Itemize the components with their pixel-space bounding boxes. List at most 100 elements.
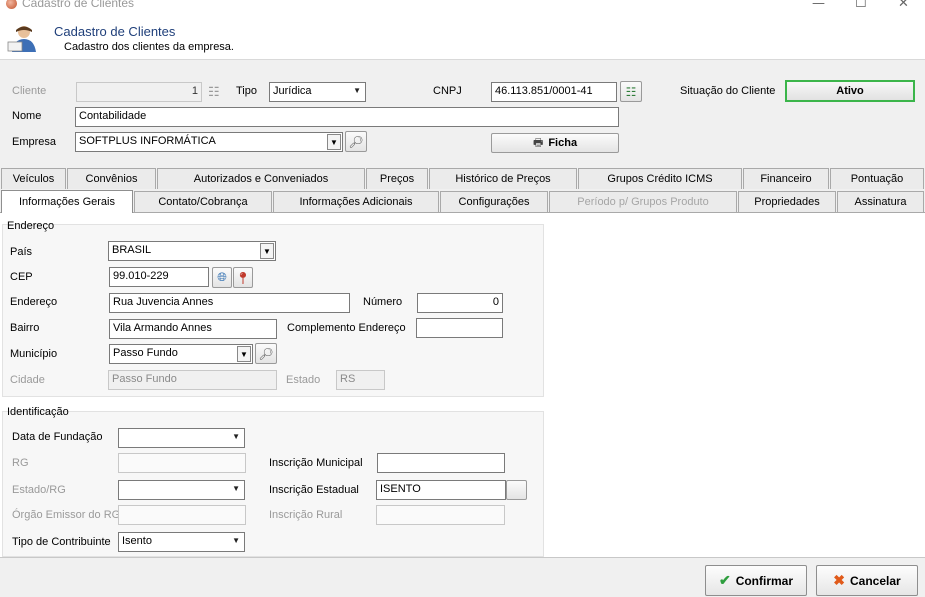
cnpj-lookup-icon: ☷ [625, 84, 637, 99]
complemento-field[interactable] [416, 318, 503, 338]
municipio-label: Município [10, 348, 58, 360]
tab-pontuacao[interactable]: Pontuação [830, 168, 924, 189]
insc-municipal-field[interactable] [377, 453, 505, 473]
check-icon: ✔ [718, 572, 731, 588]
pais-value: BRASIL [112, 244, 152, 256]
cep-map-button[interactable]: 📍︎ [233, 267, 253, 288]
tab-veiculos[interactable]: Veículos [1, 168, 66, 189]
insc-estadual-button[interactable] [506, 480, 527, 500]
tab-periodo-grupos-produto: Período p/ Grupos Produto [549, 191, 737, 212]
search-icon: 🔎︎ [348, 134, 364, 149]
app-icon [6, 0, 17, 9]
cnpj-field[interactable]: 46.113.851/0001-41 [491, 82, 617, 102]
cancel-label: Cancelar [850, 573, 901, 588]
ficha-button[interactable]: 🖶︎ Ficha [491, 133, 619, 153]
insc-municipal-label: Inscrição Municipal [269, 457, 363, 469]
numero-label: Número [363, 296, 403, 308]
tipo-select[interactable]: Jurídica ▼ [269, 82, 366, 102]
cep-field[interactable]: 99.010-229 [109, 267, 209, 287]
cliente-code-field: 1 [76, 82, 202, 102]
bairro-field[interactable]: Vila Armando Annes [109, 319, 277, 339]
tipo-contribuinte-select[interactable]: Isento ▼ [118, 532, 245, 552]
cidade-label: Cidade [10, 374, 45, 386]
endereco-group-title: Endereço [7, 220, 55, 232]
tab-content-informacoes-gerais: Endereço País BRASIL ▼ CEP 99.010-229 🌐︎… [0, 212, 925, 557]
municipio-value: Passo Fundo [113, 347, 178, 359]
municipio-select[interactable]: Passo Fundo ▼ [109, 344, 253, 364]
chevron-down-icon[interactable]: ▼ [260, 243, 274, 259]
endereco-field[interactable]: Rua Juvencia Annes [109, 293, 350, 313]
pais-label: País [10, 246, 33, 258]
data-fundacao-label: Data de Fundação [12, 431, 103, 443]
tab-informacoes-gerais[interactable]: Informações Gerais [1, 190, 133, 213]
pais-select[interactable]: BRASIL ▼ [108, 241, 276, 261]
search-icon: 🔎︎ [258, 346, 274, 361]
window-title-bar: Cadastro de Clientes — ☐ ✕ [0, 0, 925, 12]
orgao-emissor-label: Órgão Emissor do RG [12, 509, 121, 521]
cnpj-lookup-button[interactable]: ☷ [620, 81, 642, 102]
empresa-select[interactable]: SOFTPLUS INFORMÁTICA ▼ [75, 132, 343, 152]
header-title: Cadastro de Clientes [54, 24, 176, 39]
chevron-down-icon[interactable]: ▼ [232, 432, 240, 441]
maximize-button[interactable]: ☐ [855, 0, 867, 11]
cancel-x-icon: ✖ [833, 572, 846, 588]
close-button[interactable]: ✕ [898, 0, 909, 11]
form-header: Cadastro de Clientes Cadastro dos client… [0, 12, 925, 60]
confirm-label: Confirmar [735, 573, 794, 588]
chevron-down-icon[interactable]: ▼ [232, 484, 240, 493]
tipo-contribuinte-value: Isento [122, 535, 152, 547]
cep-label: CEP [10, 271, 33, 283]
tipo-contribuinte-label: Tipo de Contribuinte [12, 536, 111, 548]
cidade-field: Passo Fundo [108, 370, 277, 390]
insc-rural-field [376, 505, 505, 525]
chevron-down-icon[interactable]: ▼ [327, 134, 341, 150]
tab-convenios[interactable]: Convênios [67, 168, 156, 189]
estado-field: RS [336, 370, 385, 390]
tab-financeiro[interactable]: Financeiro [743, 168, 829, 189]
insc-rural-label: Inscrição Rural [269, 509, 343, 521]
tipo-label: Tipo [236, 85, 257, 97]
tab-informacoes-adicionais[interactable]: Informações Adicionais [273, 191, 439, 212]
footer-bar: ✔ Confirmar ✖ Cancelar [0, 557, 925, 597]
cnpj-label: CNPJ [433, 85, 462, 97]
chevron-down-icon[interactable]: ▼ [232, 536, 240, 545]
user-icon [7, 26, 36, 52]
data-fundacao-field[interactable]: ▼ [118, 428, 245, 448]
estado-rg-select[interactable]: ▼ [118, 480, 245, 500]
empresa-label: Empresa [12, 136, 57, 148]
complemento-label: Complemento Endereço [287, 322, 406, 334]
tab-historico-precos[interactable]: Histórico de Preços [429, 168, 577, 189]
tab-contato-cobranca[interactable]: Contato/Cobrança [134, 191, 272, 212]
tab-grupos-credito-icms[interactable]: Grupos Crédito ICMS [578, 168, 742, 189]
tab-assinatura[interactable]: Assinatura [837, 191, 924, 212]
chevron-down-icon: ▼ [353, 86, 361, 95]
numero-field[interactable]: 0 [417, 293, 503, 313]
sequence-icon: ☷ [208, 84, 220, 99]
tab-propriedades[interactable]: Propriedades [738, 191, 836, 212]
map-pin-icon: 📍︎ [235, 270, 251, 285]
tab-precos[interactable]: Preços [366, 168, 428, 189]
estado-label: Estado [286, 374, 321, 386]
window-title: Cadastro de Clientes [22, 0, 135, 10]
globe-icon: 🌐︎ [217, 270, 227, 284]
empresa-value: SOFTPLUS INFORMÁTICA [79, 135, 216, 147]
tab-configuracoes[interactable]: Configurações [440, 191, 548, 212]
minimize-button[interactable]: — [812, 0, 825, 11]
nome-field[interactable]: Contabilidade [75, 107, 619, 127]
orgao-emissor-field [118, 505, 246, 525]
nome-label: Nome [12, 110, 42, 122]
status-badge[interactable]: Ativo [785, 80, 915, 102]
empresa-search-button[interactable]: 🔎︎ [345, 131, 367, 152]
printer-icon: 🖶︎ [532, 136, 544, 149]
chevron-down-icon[interactable]: ▼ [237, 346, 251, 362]
insc-estadual-field[interactable]: ISENTO [376, 480, 506, 500]
confirm-button[interactable]: ✔ Confirmar [705, 565, 807, 596]
situacao-label: Situação do Cliente [680, 85, 776, 97]
tab-autorizados[interactable]: Autorizados e Conveniados [157, 168, 365, 189]
cliente-label: Cliente [12, 85, 47, 97]
rg-field [118, 453, 246, 473]
municipio-search-button[interactable]: 🔎︎ [255, 343, 277, 364]
cancel-button[interactable]: ✖ Cancelar [816, 565, 918, 596]
identificacao-group-title: Identificação [7, 406, 69, 418]
cep-globe-button[interactable]: 🌐︎ [212, 267, 232, 288]
